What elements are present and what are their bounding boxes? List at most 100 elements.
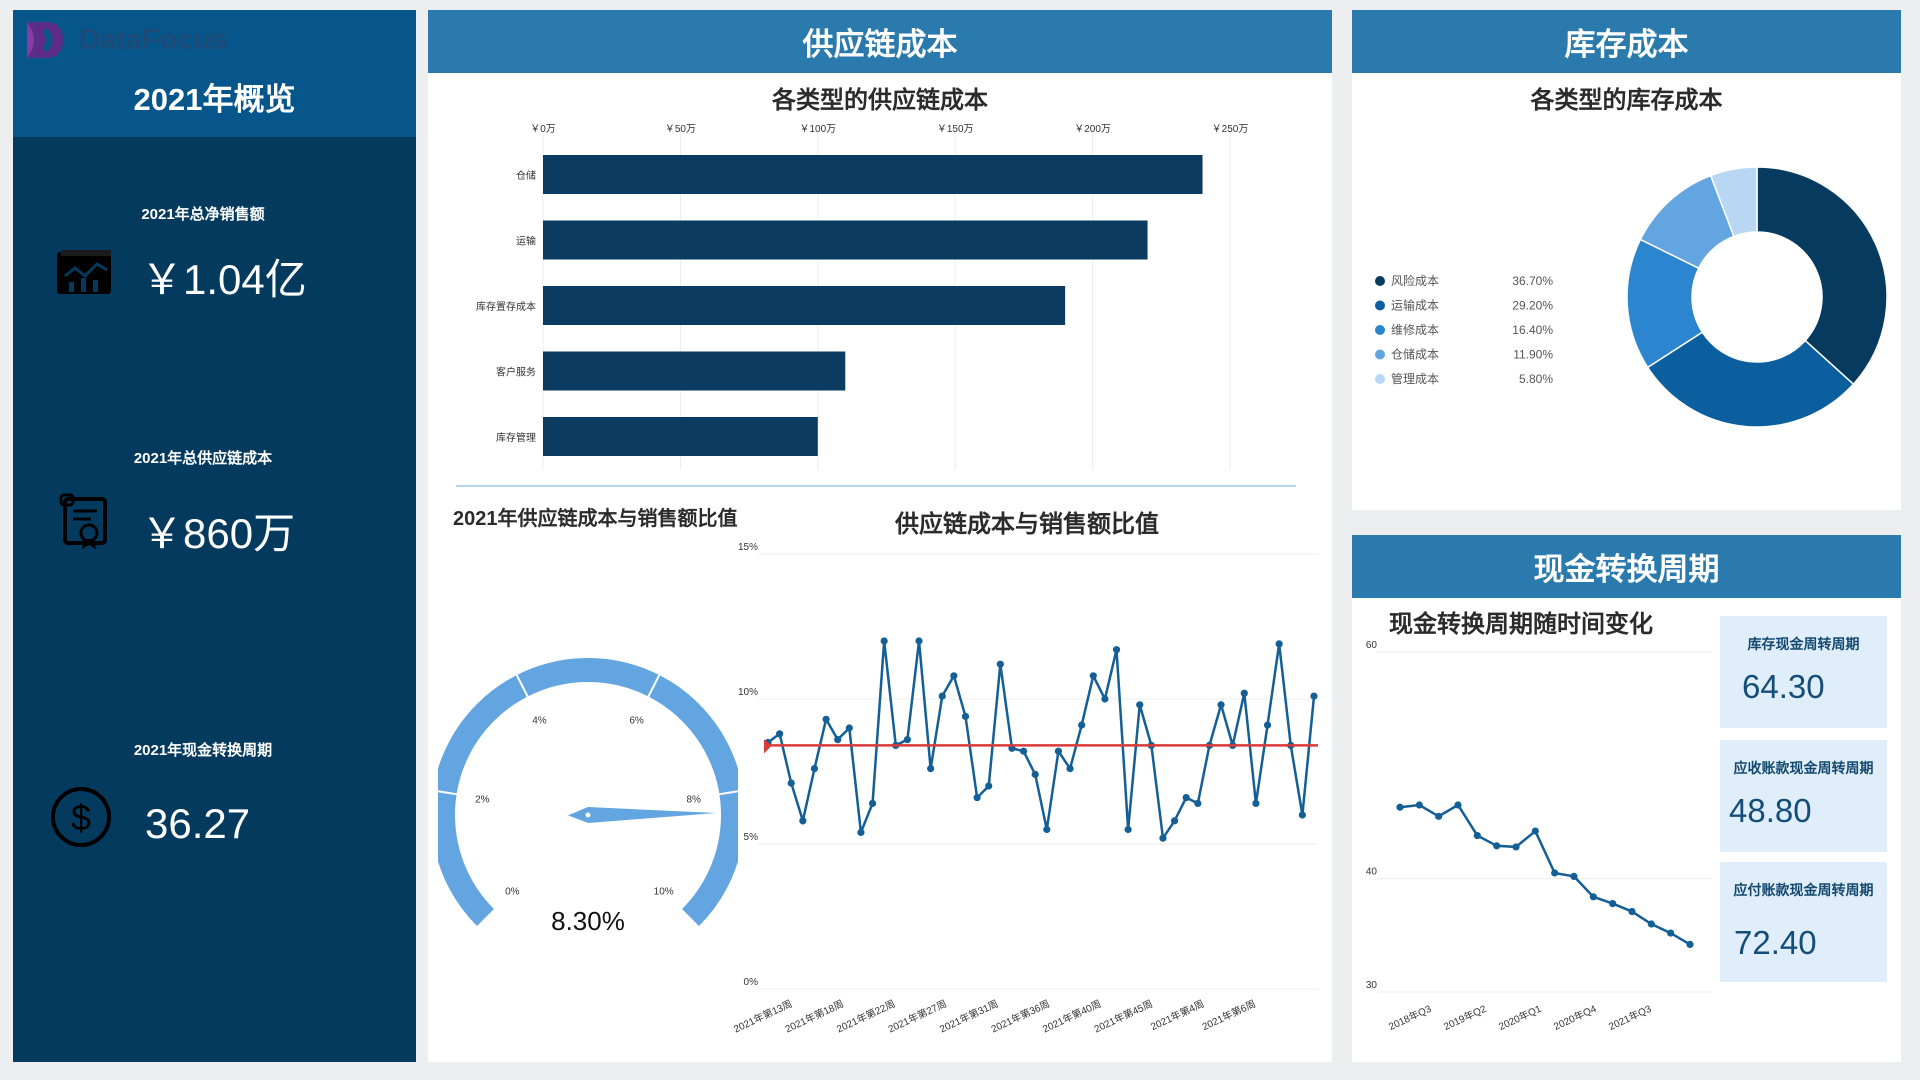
section-divider (456, 485, 1296, 487)
donut-slice (1756, 166, 1888, 386)
data-point (1252, 799, 1260, 807)
supply-cost-bar-chart: ￥0万 ￥50万 ￥100万 ￥150万 ￥200万 ￥250万仓储运输库存置存成本客户服… (476, 124, 1248, 470)
legend-swatch (1375, 276, 1385, 286)
x-tick-label: 2021年第4周 (1148, 997, 1206, 1033)
data-point (1686, 940, 1694, 948)
data-point (1263, 721, 1272, 729)
bar (543, 351, 846, 391)
data-point (1275, 640, 1283, 648)
gauge-tick-label: 6% (629, 716, 644, 727)
legend-label: 运输成本 (1391, 298, 1439, 313)
kpi-card-value: 48.80 (1729, 792, 1812, 829)
gauge-tick-label: 10% (654, 887, 674, 898)
category-label: 库存管理 (496, 431, 536, 444)
legend-label: 仓储成本 (1391, 347, 1439, 362)
data-point (915, 637, 923, 645)
y-tick-label: 60 (1366, 640, 1378, 651)
data-point (1124, 825, 1132, 834)
line-chart-title: 供应链成本与销售额比值 (895, 511, 1159, 538)
data-point (1043, 825, 1051, 834)
data-point (1182, 794, 1190, 802)
cash-cycle-line-chart: 30 40 60 2018年Q3 2019年Q2 2020年Q1 2020年Q4 2021年Q… (1366, 640, 1712, 1033)
legend-value: 11.90% (1513, 348, 1553, 362)
data-point (985, 782, 993, 790)
x-tick-label: ￥50万 (665, 124, 696, 135)
x-tick-label: 2021年第6周 (1200, 997, 1258, 1033)
data-point (1531, 827, 1539, 835)
data-point (961, 712, 970, 720)
data-point (834, 736, 842, 744)
certificate-icon (57, 493, 113, 556)
overview-header: DataFocus 2021年概览 (13, 10, 416, 137)
category-label: 运输 (516, 235, 536, 248)
inventory-panel: 库存成本 各类型的库存成本 风险成本 36.70% 运输成本 29.20% 维修成本 16… (1352, 10, 1901, 510)
gauge-title: 2021年供应链成本与销售额比值 (453, 508, 738, 530)
legend-value: 16.40% (1512, 323, 1553, 337)
data-point (927, 765, 935, 773)
sales-chart-icon (55, 246, 115, 303)
data-point (1089, 672, 1097, 680)
x-tick-label: ￥100万 (799, 124, 836, 135)
svg-text:$: $ (71, 797, 91, 838)
kpi-value-sales: ￥1.04亿 (141, 256, 307, 303)
kpi-card-receivable: 应收账款现金周转周期 48.80 (1720, 740, 1887, 852)
bar (543, 417, 818, 456)
data-point (1589, 893, 1597, 901)
data-point (1551, 869, 1559, 877)
data-point (1240, 689, 1248, 697)
category-label: 客户服务 (496, 366, 536, 379)
legend-label: 风险成本 (1391, 273, 1439, 288)
data-point (822, 715, 830, 723)
x-tick-label: 2021年Q3 (1606, 1002, 1653, 1033)
brand-name: DataFocus (79, 24, 228, 56)
data-point (799, 817, 807, 825)
ratio-line-chart: 0%5%10%15%2021年第13周2021年第18周2021年第22周202… (731, 542, 1318, 1036)
data-point (1396, 803, 1404, 811)
y-tick-label: 30 (1366, 980, 1378, 991)
category-label: 库存置存成本 (476, 300, 536, 313)
kpi-card-payable: 应付账款现金周转周期 72.40 (1720, 862, 1887, 982)
kpi-card-value: 72.40 (1734, 924, 1817, 961)
kpi-value-cash: 36.27 (145, 800, 251, 847)
y-tick-label: 0% (744, 977, 759, 988)
kpi-label-supply: 2021年总供应链成本 (133, 450, 273, 467)
legend-label: 维修成本 (1391, 322, 1439, 337)
data-point (1101, 695, 1109, 703)
data-point (1194, 799, 1202, 807)
ratio-gauge: 0% 2% 4% 6% 8% 10% (438, 658, 738, 926)
data-point (1136, 701, 1144, 709)
gauge-pivot (585, 812, 591, 818)
inventory-header: 库存成本 (1352, 10, 1901, 73)
data-point (996, 660, 1004, 668)
data-point (1435, 812, 1443, 820)
data-point (1493, 842, 1501, 850)
y-tick-label: 40 (1366, 867, 1378, 878)
data-point (857, 828, 865, 836)
data-point (1667, 929, 1675, 937)
gauge-tick-label: 2% (475, 794, 490, 805)
gauge-tick-label: 0% (505, 887, 520, 898)
legend-label: 管理成本 (1391, 371, 1439, 386)
bar (543, 286, 1066, 325)
legend-swatch (1375, 300, 1385, 311)
x-tick-label: ￥0万 (530, 124, 556, 135)
overview-panel: DataFocus 2021年概览 2021年总净销售额 ￥1.04亿 2021… (13, 10, 416, 1062)
data-point (845, 724, 853, 732)
gauge-tick-label: 8% (686, 794, 701, 805)
gauge-value: 8.30% (551, 906, 625, 936)
legend-swatch (1375, 374, 1385, 384)
kpi-card-label: 库存现金周转周期 (1747, 636, 1860, 652)
data-point (1609, 900, 1617, 908)
data-point (776, 730, 784, 738)
data-point (1159, 834, 1167, 842)
legend-swatch (1375, 349, 1385, 360)
data-point (950, 672, 958, 680)
dollar-circle-icon: $ (49, 785, 113, 854)
data-point (1415, 801, 1423, 809)
data-point (1473, 832, 1481, 840)
data-point (903, 736, 912, 744)
data-point (1647, 920, 1655, 928)
data-point (973, 794, 981, 802)
kpi-card-inventory: 库存现金周转周期 64.30 (1720, 616, 1887, 728)
inventory-donut-chart: 风险成本 36.70% 运输成本 29.20% 维修成本 16.40% 仓储成本 11.90%… (1375, 166, 1888, 428)
